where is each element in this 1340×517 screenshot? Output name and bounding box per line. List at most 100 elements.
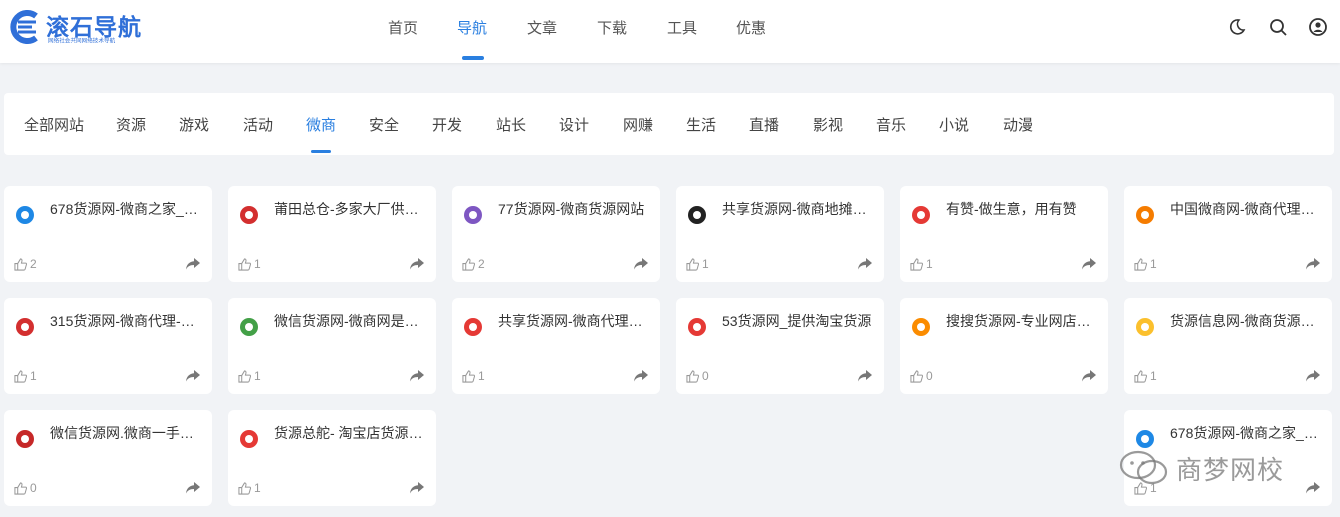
- share-icon[interactable]: [410, 258, 424, 270]
- tab-movies[interactable]: 影视: [813, 114, 843, 135]
- site-card-title[interactable]: 货源总舵- 淘宝店货源批发: [274, 423, 430, 443]
- like-count: 1: [30, 369, 37, 383]
- site-logo[interactable]: 滚石导航 网络社会共同网络技术导航: [6, 8, 156, 48]
- site-card[interactable]: 中国微商网-微商代理加盟 1: [1124, 186, 1332, 282]
- nav-item-downloads[interactable]: 下载: [597, 17, 627, 38]
- sousou-logo-icon: [912, 318, 930, 336]
- like-button[interactable]: 1: [238, 481, 261, 495]
- site-card-title[interactable]: 共享货源网-微商地摊货源: [722, 199, 878, 219]
- moon-icon[interactable]: [1227, 17, 1247, 37]
- like-button[interactable]: 1: [238, 257, 261, 271]
- site-card-title[interactable]: 678货源网-微商之家_微商代理货源: [1170, 423, 1326, 443]
- like-button[interactable]: 2: [14, 257, 37, 271]
- like-button[interactable]: 0: [910, 369, 933, 383]
- like-count: 1: [478, 369, 485, 383]
- site-card-title[interactable]: 微信货源网-微商网是专业货源: [274, 311, 430, 331]
- share-icon[interactable]: [634, 370, 648, 382]
- watermark-text: 商梦网校: [1176, 455, 1285, 485]
- site-card-title[interactable]: 53货源网_提供淘宝货源: [722, 311, 878, 331]
- tab-live[interactable]: 直播: [749, 114, 779, 135]
- site-card[interactable]: 53货源网_提供淘宝货源 0: [676, 298, 884, 394]
- thumbs-up-icon: [238, 369, 251, 383]
- search-icon[interactable]: [1268, 17, 1288, 37]
- tab-design[interactable]: 设计: [559, 114, 589, 135]
- tab-games[interactable]: 游戏: [179, 114, 209, 135]
- like-button[interactable]: 2: [462, 257, 485, 271]
- site-card[interactable]: 微信货源网.微商一手货源 0: [4, 410, 212, 506]
- like-button[interactable]: 1: [1134, 257, 1157, 271]
- like-button[interactable]: 1: [238, 369, 261, 383]
- thumbs-up-icon: [910, 257, 923, 271]
- like-count: 1: [1150, 369, 1157, 383]
- site-card[interactable]: 315货源网-微商代理-一手货源 1: [4, 298, 212, 394]
- site-card[interactable]: 77货源网-微商货源网站 2: [452, 186, 660, 282]
- site-card-title[interactable]: 微信货源网.微商一手货源: [50, 423, 206, 443]
- like-button[interactable]: 1: [910, 257, 933, 271]
- tab-life[interactable]: 生活: [686, 114, 716, 135]
- like-button[interactable]: 1: [462, 369, 485, 383]
- tab-all-sites[interactable]: 全部网站: [24, 114, 84, 135]
- like-button[interactable]: 1: [14, 369, 37, 383]
- site-card-title[interactable]: 中国微商网-微商代理加盟: [1170, 199, 1326, 219]
- share-icon[interactable]: [1082, 370, 1096, 382]
- logo-subtitle: 网络社会共同网络技术导航: [48, 38, 116, 45]
- site-card[interactable]: 莆田总仓-多家大厂供货一手货源 1: [228, 186, 436, 282]
- nav-item-tools[interactable]: 工具: [667, 17, 697, 38]
- tab-resources[interactable]: 资源: [116, 114, 146, 135]
- thumbs-up-icon: [238, 481, 251, 495]
- site-card-title[interactable]: 678货源网-微商之家_微商代理货源: [50, 199, 206, 219]
- share-icon[interactable]: [858, 370, 872, 382]
- nav-item-home[interactable]: 首页: [388, 17, 418, 38]
- site-card-title[interactable]: 77货源网-微商货源网站: [498, 199, 654, 219]
- thumbs-up-icon: [910, 369, 923, 383]
- nav-item-articles[interactable]: 文章: [527, 17, 557, 38]
- nav-item-navigation[interactable]: 导航: [457, 17, 487, 38]
- tab-events[interactable]: 活动: [243, 114, 273, 135]
- nav-item-deals[interactable]: 优惠: [736, 17, 766, 38]
- share-icon[interactable]: [858, 258, 872, 270]
- share-icon[interactable]: [186, 258, 200, 270]
- site-card[interactable]: 货源总舵- 淘宝店货源批发 1: [228, 410, 436, 506]
- site-card[interactable]: 共享货源网-微商代理货源 1: [452, 298, 660, 394]
- like-button[interactable]: 1: [1134, 369, 1157, 383]
- tab-development[interactable]: 开发: [432, 114, 462, 135]
- like-button[interactable]: 0: [14, 481, 37, 495]
- site-card[interactable]: 搜搜货源网-专业网店货源 0: [900, 298, 1108, 394]
- site-card-title[interactable]: 莆田总仓-多家大厂供货一手货源: [274, 199, 430, 219]
- site-card-title[interactable]: 有赞-做生意，用有赞: [946, 199, 1102, 219]
- site-card[interactable]: 共享货源网-微商地摊货源 1: [676, 186, 884, 282]
- tab-novels[interactable]: 小说: [939, 114, 969, 135]
- site-card-title[interactable]: 共享货源网-微商代理货源: [498, 311, 654, 331]
- tab-weishang[interactable]: 微商: [306, 114, 336, 135]
- share-icon[interactable]: [186, 482, 200, 494]
- tab-anime[interactable]: 动漫: [1003, 114, 1033, 135]
- share-icon[interactable]: [1306, 258, 1320, 270]
- tab-webmaster[interactable]: 站长: [496, 114, 526, 135]
- like-count: 1: [926, 257, 933, 271]
- share-icon[interactable]: [410, 482, 424, 494]
- thumbs-up-icon: [686, 257, 699, 271]
- site-card-title[interactable]: 315货源网-微商代理-一手货源: [50, 311, 206, 331]
- share-icon[interactable]: [634, 258, 648, 270]
- site-card[interactable]: 微信货源网-微商网是专业货源 1: [228, 298, 436, 394]
- share-icon[interactable]: [1306, 370, 1320, 382]
- site-card[interactable]: 有赞-做生意，用有赞 1: [900, 186, 1108, 282]
- tab-security[interactable]: 安全: [369, 114, 399, 135]
- share-icon[interactable]: [1082, 258, 1096, 270]
- weixin-source-logo-icon: [240, 318, 258, 336]
- site-card[interactable]: 678货源网-微商之家_微商代理货源 2: [4, 186, 212, 282]
- site-card-title[interactable]: 货源信息网-微商货源信息: [1170, 311, 1326, 331]
- like-count: 0: [30, 481, 37, 495]
- share-icon[interactable]: [410, 370, 424, 382]
- tab-make-money[interactable]: 网赚: [623, 114, 653, 135]
- category-tabs: 全部网站 资源 游戏 活动 微商 安全 开发 站长 设计 网赚 生活 直播 影视…: [4, 93, 1334, 155]
- thumbs-up-icon: [1134, 369, 1147, 383]
- like-button[interactable]: 0: [686, 369, 709, 383]
- site-card-title[interactable]: 搜搜货源网-专业网店货源: [946, 311, 1102, 331]
- thumbs-up-icon: [14, 257, 27, 271]
- user-icon[interactable]: [1308, 17, 1328, 37]
- like-button[interactable]: 1: [686, 257, 709, 271]
- tab-music[interactable]: 音乐: [876, 114, 906, 135]
- share-icon[interactable]: [186, 370, 200, 382]
- site-card[interactable]: 货源信息网-微商货源信息 1: [1124, 298, 1332, 394]
